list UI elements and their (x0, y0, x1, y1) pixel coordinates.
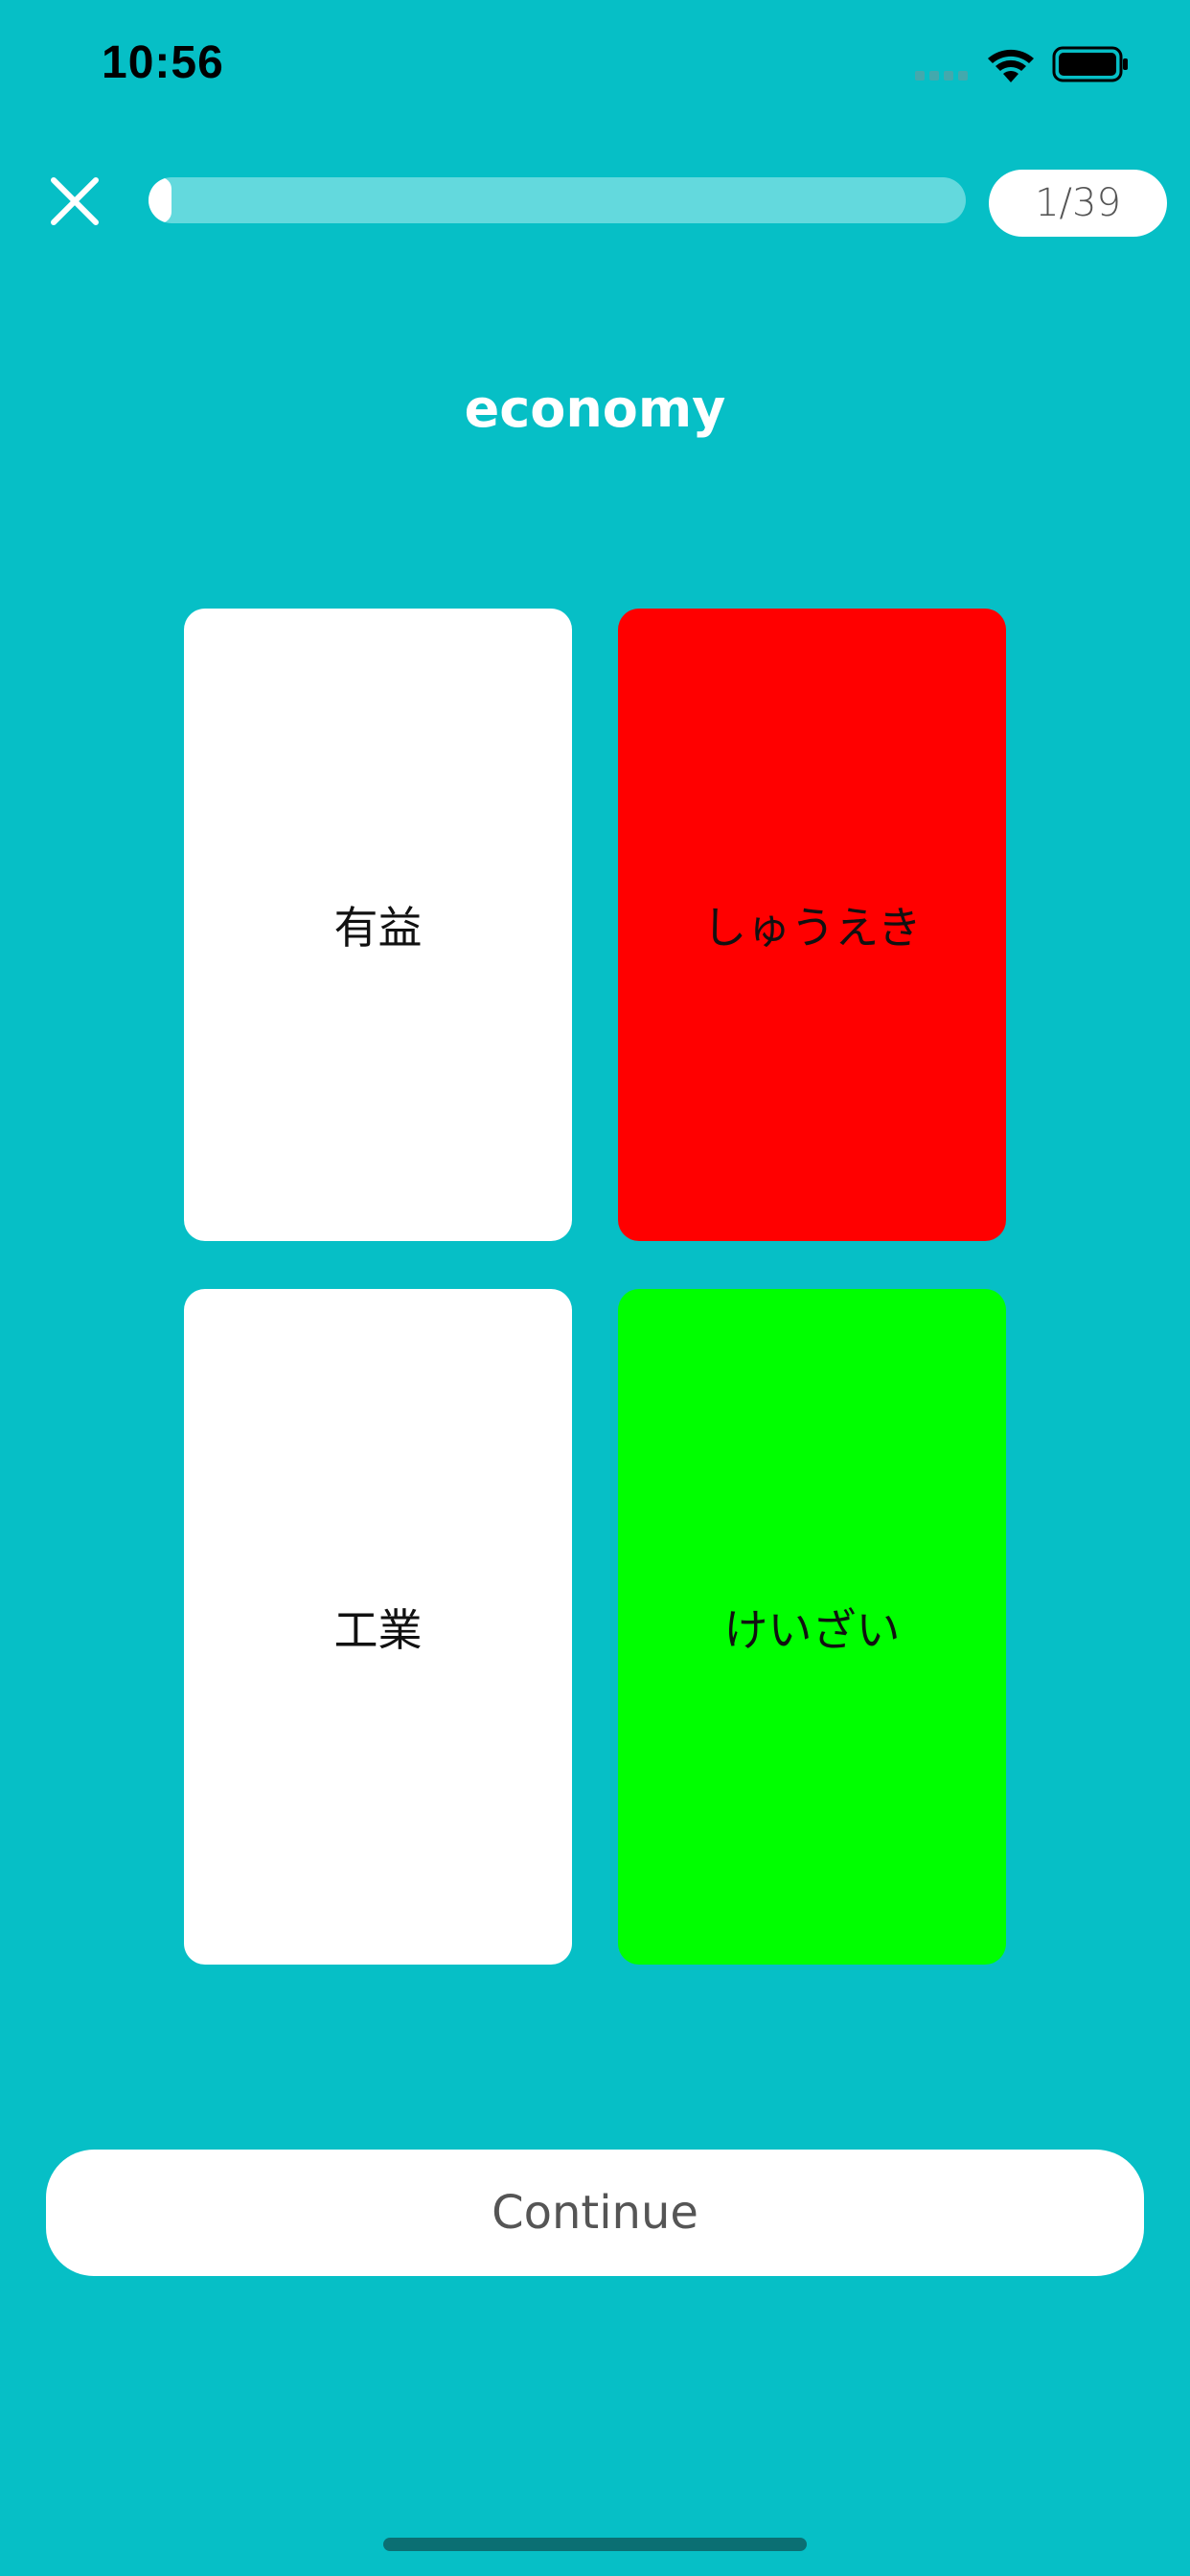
progress-counter: 1/39 (989, 170, 1167, 237)
answer-card-correct[interactable]: けいざい (618, 1289, 1006, 1965)
continue-button[interactable]: Continue (46, 2150, 1144, 2276)
wifi-icon (988, 49, 1034, 82)
answer-card-incorrect[interactable]: しゅうえき (618, 609, 1006, 1241)
answer-card-label: 有益 (333, 902, 423, 954)
answer-card-label: しゅうえき (702, 902, 922, 954)
home-indicator (383, 2538, 807, 2551)
answer-card[interactable]: 工業 (184, 1289, 572, 1965)
battery-icon (1052, 46, 1128, 82)
progress-fill (149, 177, 172, 223)
progress-bar (149, 177, 966, 223)
answer-card-label: 工業 (333, 1603, 423, 1656)
answer-card[interactable]: 有益 (184, 609, 572, 1241)
close-icon (51, 177, 99, 225)
cellular-signal-icon (915, 71, 968, 80)
close-button[interactable] (46, 172, 103, 230)
answer-card-label: けいざい (723, 1603, 901, 1656)
prompt-word: economy (464, 379, 726, 439)
status-time: 10:56 (102, 37, 224, 88)
status-bar: 10:56 (0, 0, 1190, 134)
